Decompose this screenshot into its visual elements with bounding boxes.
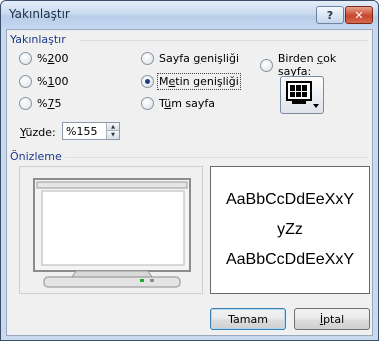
radio-button-selected[interactable] <box>141 75 154 88</box>
monitor-preview <box>19 166 203 294</box>
radio-button[interactable] <box>141 97 154 110</box>
zoom-dialog: Yakınlaştır ? ✕ Yakınlaştır %200 %100 %7… <box>0 0 379 341</box>
radio-zoom-200[interactable]: %200 <box>19 52 68 65</box>
percent-label: Yüzde: <box>20 126 56 139</box>
radio-button[interactable] <box>260 58 273 72</box>
radio-button[interactable] <box>141 52 154 65</box>
radio-zoom-100-label: %100 <box>37 75 69 88</box>
zoom-group-divider <box>79 40 368 41</box>
help-icon: ? <box>326 8 334 22</box>
radio-zoom-75[interactable]: %75 <box>19 97 61 110</box>
dialog-body: Yakınlaştır %200 %100 %75 Sayfa genişliğ… <box>6 29 373 336</box>
close-button[interactable]: ✕ <box>345 6 373 24</box>
ok-button-label: Tamam <box>228 312 268 326</box>
spin-down-arrow-icon[interactable]: ▼ <box>106 131 119 139</box>
sample-text-line: AaBbCcDdEeXxY <box>225 251 355 268</box>
ok-button[interactable]: Tamam <box>210 308 286 330</box>
radio-zoom-75-label: %75 <box>37 97 62 110</box>
zoom-group-label: Yakınlaştır <box>10 33 66 46</box>
percent-input[interactable] <box>63 123 105 139</box>
font-sample-preview: AaBbCcDdEeXxY yZz AaBbCcDdEeXxY <box>210 166 370 294</box>
monitor-pages-icon <box>286 81 319 108</box>
radio-button[interactable] <box>19 75 32 88</box>
radio-zoom-100[interactable]: %100 <box>19 75 68 88</box>
radio-zoom-200-label: %200 <box>37 52 69 65</box>
sample-text-line: yZz <box>277 221 303 238</box>
preview-group-label: Önizleme <box>10 150 62 163</box>
cancel-button-label: İptal <box>319 312 345 326</box>
percent-spinner[interactable]: ▲ ▼ <box>62 122 120 140</box>
monitor-preview-icon <box>33 178 191 288</box>
radio-text-width-label: Metin genişliği <box>157 73 241 90</box>
radio-whole-page[interactable]: Tüm sayfa <box>141 97 215 110</box>
radio-selected-dot <box>145 79 150 84</box>
radio-whole-page-label: Tüm sayfa <box>159 97 216 110</box>
radio-many-pages[interactable]: Birden çok sayfa: <box>260 52 372 78</box>
title-bar[interactable]: Yakınlaştır ? ✕ <box>1 1 378 29</box>
radio-page-width[interactable]: Sayfa genişliği <box>141 52 239 65</box>
sample-text-line: AaBbCcDdEeXxY <box>225 191 355 208</box>
radio-many-pages-label: Birden çok sayfa: <box>277 52 337 78</box>
radio-button[interactable] <box>19 97 32 110</box>
radio-page-width-label: Sayfa genişliği <box>159 52 240 65</box>
cancel-button[interactable]: İptal <box>294 308 370 330</box>
dialog-title: Yakınlaştır <box>9 7 70 21</box>
many-pages-picker-button[interactable] <box>280 76 324 114</box>
radio-button[interactable] <box>19 52 32 65</box>
help-button[interactable]: ? <box>316 6 344 24</box>
spin-up-arrow-icon[interactable]: ▲ <box>106 123 119 131</box>
close-icon: ✕ <box>354 8 364 22</box>
radio-text-width[interactable]: Metin genişliği <box>141 73 241 90</box>
preview-group-divider <box>65 157 368 158</box>
